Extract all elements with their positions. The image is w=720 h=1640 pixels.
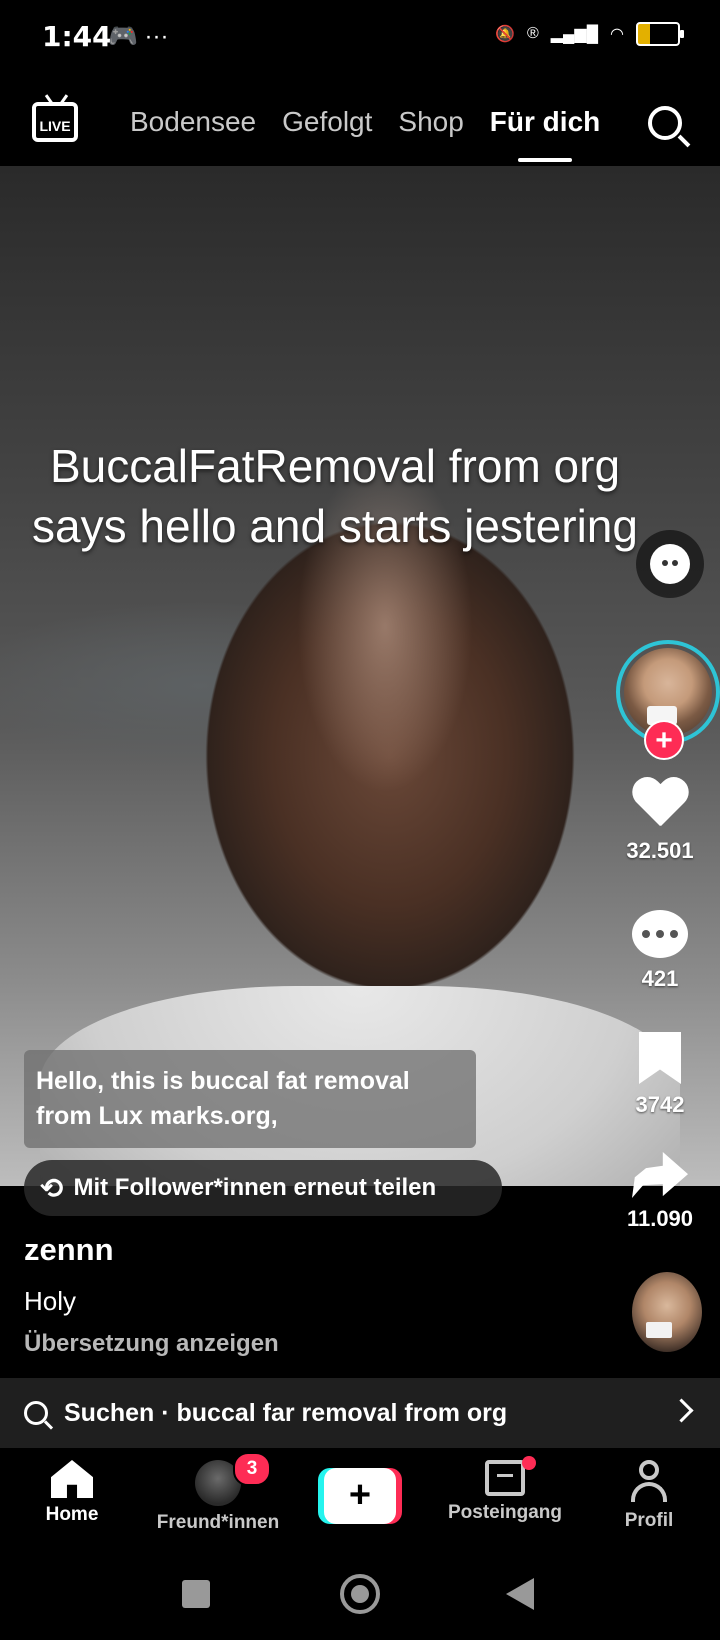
ai-assistant-icon[interactable] — [636, 530, 704, 598]
search-icon[interactable] — [648, 106, 682, 140]
video-caption: Hello, this is buccal fat removal from L… — [24, 1050, 476, 1148]
like-button[interactable]: 32.501 — [600, 778, 720, 864]
comment-icon — [632, 910, 688, 958]
search-suggestion-text: Suchen · buccal far removal from org — [64, 1398, 508, 1427]
nav-friends-label: Freund*innen — [156, 1512, 280, 1533]
battery-icon: 21 — [636, 22, 684, 46]
home-system-icon[interactable] — [340, 1574, 380, 1614]
feed-tabs: Bodensee Gefolgt Shop Für dich — [130, 106, 600, 162]
like-count: 32.501 — [626, 838, 694, 863]
save-button[interactable]: 3742 — [600, 1032, 720, 1118]
search-suggestion-bar[interactable]: Suchen · buccal far removal from org — [0, 1378, 720, 1448]
post-description: Holy — [24, 1286, 77, 1316]
repost-button[interactable]: ⟲ Mit Follower*innen erneut teilen — [24, 1160, 502, 1216]
tab-for-you[interactable]: Für dich — [490, 106, 600, 162]
plus-icon: + — [324, 1468, 396, 1524]
share-button[interactable]: 11.090 — [600, 1152, 720, 1232]
recents-icon[interactable] — [182, 1580, 210, 1608]
status-time: 1:44 — [42, 20, 112, 53]
ai-assistant-face — [650, 544, 690, 584]
music-disc-icon[interactable] — [632, 1272, 702, 1352]
follow-button[interactable]: + — [644, 720, 684, 760]
live-icon[interactable]: LIVE — [32, 102, 78, 142]
wifi-icon: ◠ — [610, 26, 624, 43]
tab-shop[interactable]: Shop — [398, 106, 463, 138]
create-button[interactable]: + — [318, 1468, 402, 1524]
heart-icon — [631, 778, 689, 830]
video-overlay-title: BuccalFatRemoval from org says hello and… — [32, 440, 638, 552]
bottom-nav: Home 3 Freund*innen + Posteingang Profil — [0, 1448, 720, 1548]
comment-button[interactable]: 421 — [600, 910, 720, 992]
translate-link[interactable]: Übersetzung anzeigen — [24, 1330, 279, 1358]
tab-bodensee[interactable]: Bodensee — [130, 106, 256, 138]
status-right-icons: 🔕 ® ▂▄▆█ ◠ 21 — [495, 22, 684, 46]
nav-friends[interactable]: 3 Freund*innen — [148, 1452, 288, 1534]
signal-icon: ▂▄▆█ — [550, 26, 599, 43]
creator-username[interactable]: zennn — [24, 1232, 114, 1268]
profile-icon — [627, 1460, 671, 1504]
top-nav: LIVE Bodensee Gefolgt Shop Für dich — [0, 80, 720, 166]
repost-icon: ⟲ — [40, 1172, 64, 1204]
status-notification-icons: 🎮 ··· — [108, 23, 169, 50]
search-icon — [24, 1401, 48, 1425]
friends-badge: 3 — [233, 1452, 271, 1486]
nav-profile[interactable]: Profil — [614, 1460, 684, 1532]
nav-inbox[interactable]: Posteingang — [440, 1456, 570, 1524]
nav-home[interactable]: Home — [40, 1460, 104, 1526]
comment-count: 421 — [641, 966, 679, 991]
registered-icon: ® — [526, 25, 539, 42]
chevron-right-icon — [669, 1398, 694, 1423]
save-count: 3742 — [635, 1092, 685, 1117]
mute-icon: 🔕 — [495, 26, 515, 43]
bookmark-icon — [639, 1032, 681, 1084]
home-icon — [51, 1460, 93, 1498]
repost-label: Mit Follower*innen erneut teilen — [73, 1174, 437, 1201]
share-count: 11.090 — [626, 1206, 694, 1231]
share-icon — [632, 1152, 688, 1198]
inbox-icon — [485, 1460, 525, 1496]
nav-profile-label: Profil — [624, 1510, 674, 1531]
back-icon[interactable] — [506, 1578, 534, 1610]
inbox-notification-dot — [522, 1456, 536, 1470]
tab-following[interactable]: Gefolgt — [282, 106, 372, 138]
status-bar: 1:44 🎮 ··· 🔕 ® ▂▄▆█ ◠ 21 — [0, 0, 720, 80]
nav-home-label: Home — [45, 1504, 99, 1525]
system-nav-bar — [0, 1548, 720, 1640]
nav-inbox-label: Posteingang — [447, 1502, 562, 1523]
